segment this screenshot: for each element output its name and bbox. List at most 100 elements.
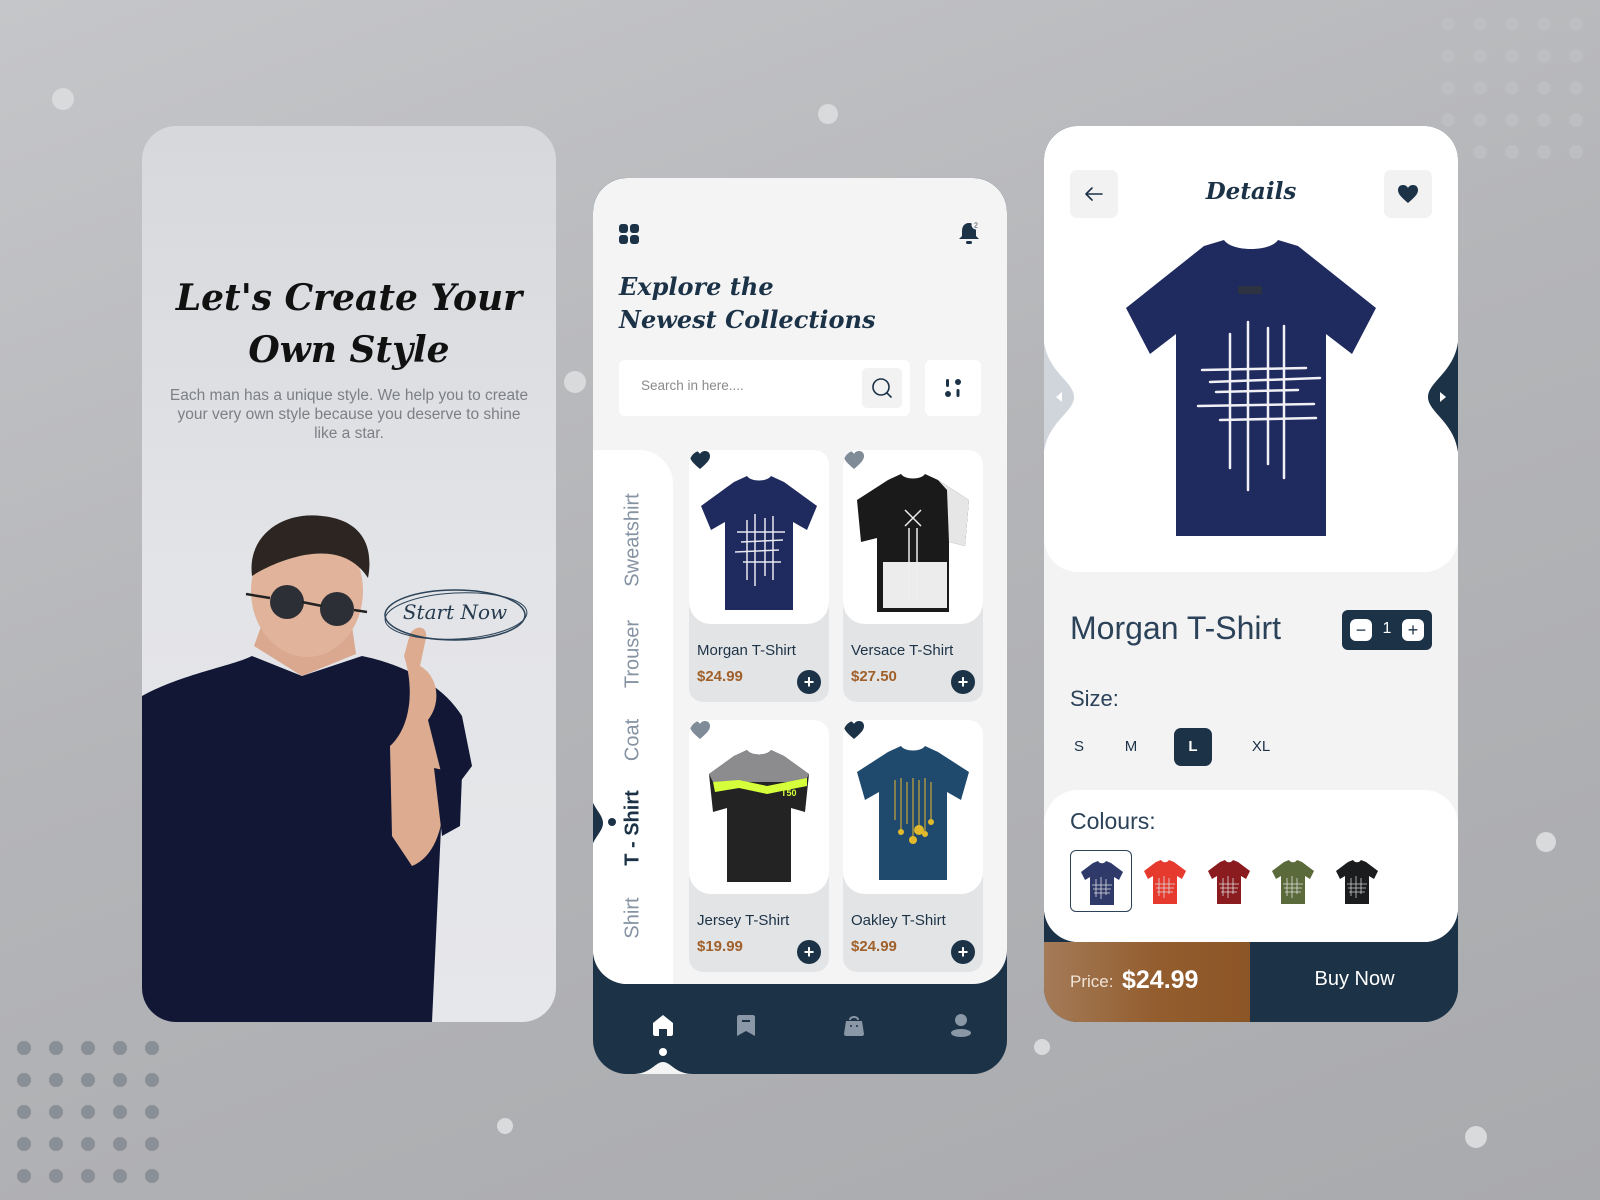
add-to-cart-button[interactable]: + (951, 670, 975, 694)
product-image: T50 (689, 720, 829, 894)
product-card[interactable]: Versace T-Shirt $27.50 + (843, 450, 983, 702)
category-sweatshirt[interactable]: Sweatshirt (622, 493, 645, 586)
notification-badge: 2 (974, 223, 978, 230)
product-name: Versace T-Shirt (851, 642, 954, 659)
catalog-content: 2 Explore the Newest Collections Search … (593, 178, 1007, 984)
favorite-heart-icon[interactable] (689, 450, 711, 470)
details-screen: Details Morgan T-Shirt − 1 + Size: S M L… (1044, 126, 1458, 1022)
product-name: Oakley T-Shirt (851, 912, 946, 929)
decorative-dot-grid (17, 1041, 159, 1183)
tshirt-image: T50 (709, 750, 809, 882)
decorative-dot (1465, 1126, 1487, 1148)
category-coat[interactable]: Coat (622, 719, 645, 761)
product-hero-image (1126, 240, 1376, 536)
nav-bookmark-icon[interactable] (733, 1012, 759, 1038)
product-image (689, 450, 829, 624)
product-hero: Details (1044, 126, 1458, 572)
product-price: $19.99 (697, 938, 743, 955)
colour-swatch-maroon[interactable] (1198, 850, 1260, 912)
decorative-dot (818, 104, 838, 124)
product-name: Morgan T-Shirt (697, 642, 796, 659)
start-now-label: Start Now (402, 600, 508, 624)
favorite-heart-icon[interactable] (843, 450, 865, 470)
decorative-dot-grid (1441, 17, 1583, 159)
bell-icon[interactable]: 2 (957, 220, 981, 246)
product-card[interactable]: T50 Jersey T-Shirt $19.99 + (689, 720, 829, 972)
catalog-title: Explore the Newest Collections (619, 270, 876, 336)
nav-active-indicator (633, 1062, 693, 1074)
category-tshirt[interactable]: T - Shirt (622, 790, 645, 866)
price-value: $24.99 (1122, 966, 1199, 994)
search-bar (619, 360, 910, 416)
colour-swatch-olive[interactable] (1262, 850, 1324, 912)
favorite-button[interactable] (1384, 170, 1432, 218)
colour-selector: Colours: (1044, 790, 1458, 942)
size-option-l[interactable]: L (1174, 728, 1212, 766)
search-input[interactable] (641, 378, 861, 393)
tshirt-image (701, 476, 817, 610)
price-panel: Price: $24.99 (1044, 942, 1250, 1022)
tshirt-image (857, 474, 969, 612)
onboarding-screen: Let's Create Your Own Style Each man has… (142, 126, 556, 1022)
model-photo (142, 515, 472, 1022)
svg-text:T50: T50 (781, 788, 797, 798)
tshirt-swatch-icon (1208, 860, 1250, 904)
title-line-1: Explore the (619, 272, 774, 301)
onboarding-title: Let's Create Your Own Style (142, 272, 556, 376)
size-option-m[interactable]: M (1112, 728, 1150, 766)
filter-icon (945, 379, 961, 397)
product-image (843, 720, 983, 894)
size-option-xl[interactable]: XL (1242, 728, 1280, 766)
search-icon (872, 378, 892, 398)
product-price: $24.99 (697, 668, 743, 685)
tshirt-image (857, 746, 969, 880)
catalog-screen: 2 Explore the Newest Collections Search … (593, 178, 1007, 1074)
menu-grid-icon[interactable] (619, 224, 639, 244)
product-name: Jersey T-Shirt (697, 912, 790, 929)
nav-active-dot (659, 1048, 667, 1056)
tshirt-swatch-icon (1336, 860, 1378, 904)
onboarding-subtitle: Each man has a unique style. We help you… (169, 387, 529, 442)
category-shirt[interactable]: Shirt (622, 897, 645, 938)
active-category-indicator (593, 802, 603, 844)
tshirt-swatch-icon (1272, 860, 1314, 904)
nav-bag-icon[interactable] (841, 1012, 867, 1038)
title-line-2: Newest Collections (619, 305, 876, 334)
category-trouser[interactable]: Trouser (622, 620, 645, 688)
size-label: Size: (1070, 686, 1119, 711)
product-price: $24.99 (851, 938, 897, 955)
previous-image-button[interactable] (1044, 342, 1080, 452)
size-option-s[interactable]: S (1060, 728, 1098, 766)
colour-swatch-red[interactable] (1134, 850, 1196, 912)
active-category-dot (608, 818, 616, 826)
add-to-cart-button[interactable]: + (951, 940, 975, 964)
colour-swatch-black[interactable] (1326, 850, 1388, 912)
price-label: Price: (1070, 972, 1114, 991)
decorative-dot (1034, 1039, 1050, 1055)
nav-profile-icon[interactable] (948, 1012, 974, 1038)
product-card[interactable]: Morgan T-Shirt $24.99 + (689, 450, 829, 702)
title-line-1: Let's Create Your (175, 277, 523, 319)
heart-icon (1398, 185, 1418, 203)
colours-label: Colours: (1070, 808, 1156, 834)
buy-now-button[interactable]: Buy Now (1251, 942, 1458, 1022)
product-card[interactable]: Oakley T-Shirt $24.99 + (843, 720, 983, 972)
search-button[interactable] (862, 368, 902, 408)
nav-home-icon[interactable] (650, 1012, 676, 1038)
favorite-heart-icon[interactable] (689, 720, 711, 740)
product-price: $27.50 (851, 668, 897, 685)
favorite-heart-icon[interactable] (843, 720, 865, 740)
decorative-dot (564, 371, 586, 393)
details-content: Details Morgan T-Shirt − 1 + Size: S M L… (1044, 126, 1458, 942)
next-image-button[interactable] (1422, 342, 1458, 452)
start-now-button[interactable]: Start Now (382, 586, 528, 644)
tshirt-swatch-icon (1144, 860, 1186, 904)
decorative-dot (1536, 832, 1556, 852)
add-to-cart-button[interactable]: + (797, 940, 821, 964)
filter-button[interactable] (925, 360, 981, 416)
colour-swatch-navy[interactable] (1070, 850, 1132, 912)
increase-quantity-button[interactable]: + (1402, 619, 1424, 641)
add-to-cart-button[interactable]: + (797, 670, 821, 694)
quantity-stepper: − 1 + (1342, 610, 1432, 650)
product-name: Morgan T-Shirt (1070, 610, 1282, 646)
